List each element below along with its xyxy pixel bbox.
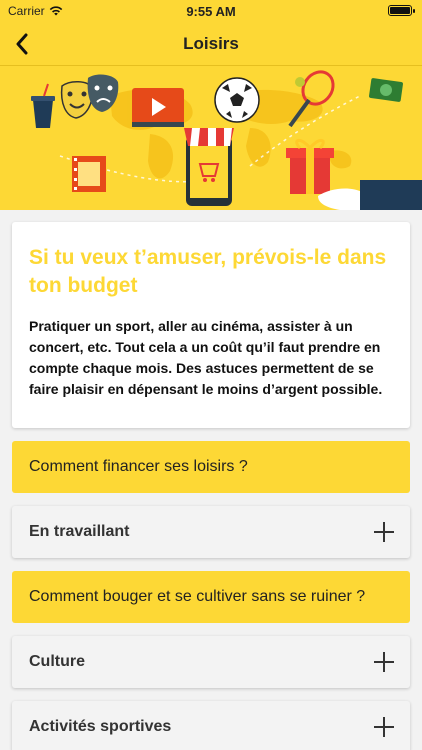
intro-body: Pratiquer un sport, aller au cinéma, ass… bbox=[29, 318, 383, 397]
soccer-ball-icon bbox=[214, 77, 260, 123]
header-illustration bbox=[0, 66, 422, 210]
page-title: Loisirs bbox=[183, 34, 239, 53]
gift-box-icon bbox=[286, 139, 334, 194]
section-header-financer: Comment financer ses loisirs ? bbox=[12, 441, 410, 493]
theater-masks-icon bbox=[60, 74, 119, 119]
status-bar: Carrier 9:55 AM bbox=[0, 0, 422, 22]
accordion-item-label: Culture bbox=[29, 653, 85, 670]
accordion-item-activites-sportives[interactable]: Activités sportives bbox=[12, 701, 410, 750]
plus-icon[interactable] bbox=[372, 715, 396, 739]
plus-icon[interactable] bbox=[372, 520, 396, 544]
film-strip-icon bbox=[72, 156, 106, 192]
smartphone-shop-icon bbox=[184, 128, 234, 206]
section-header-bouger: Comment bouger et se cultiver sans se ru… bbox=[12, 571, 410, 623]
battery-icon bbox=[388, 5, 415, 16]
accordion-item-label: Activités sportives bbox=[29, 718, 172, 735]
leisure-illustration bbox=[31, 70, 422, 210]
section-header-label: Comment bouger et se cultiver sans se ru… bbox=[29, 588, 366, 605]
section-header-label: Comment financer ses loisirs ? bbox=[29, 458, 248, 475]
accordion-item-culture[interactable]: Culture bbox=[12, 636, 410, 688]
status-time: 9:55 AM bbox=[186, 4, 236, 19]
video-play-icon bbox=[132, 88, 184, 127]
accordion-item-en-travaillant[interactable]: En travaillant bbox=[12, 506, 410, 558]
intro-title: Si tu veux t’amuser, prévois-le dans ton… bbox=[29, 246, 387, 297]
intro-card: Si tu veux t’amuser, prévois-le dans ton… bbox=[12, 222, 410, 428]
hand-icon bbox=[318, 180, 422, 210]
accordion-item-label: En travaillant bbox=[29, 523, 130, 540]
cup-icon bbox=[31, 83, 55, 128]
plus-icon[interactable] bbox=[372, 650, 396, 674]
dollar-bill-icon bbox=[369, 78, 403, 102]
navigation-bar: Loisirs bbox=[0, 22, 422, 66]
